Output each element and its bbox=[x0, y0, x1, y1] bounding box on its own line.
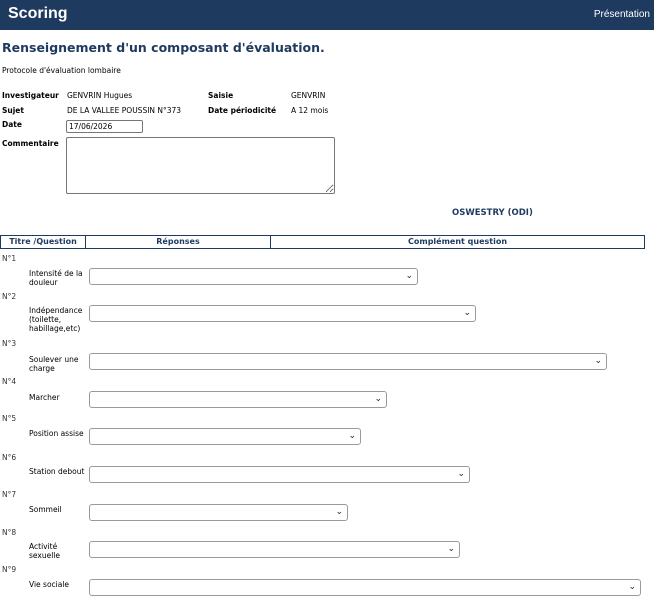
date-input[interactable] bbox=[66, 120, 143, 133]
investigateur-value: GENVRIN Hugues bbox=[67, 91, 133, 100]
question-number: N°4 bbox=[2, 377, 17, 386]
question-number: N°6 bbox=[2, 453, 17, 462]
chevron-down-icon: ⌄ bbox=[335, 507, 343, 517]
answer-select[interactable]: ⌄ bbox=[89, 353, 607, 370]
answer-select[interactable]: ⌄ bbox=[89, 466, 470, 483]
question-number: N°9 bbox=[2, 565, 17, 574]
chevron-down-icon: ⌄ bbox=[348, 431, 356, 441]
answer-select[interactable]: ⌄ bbox=[89, 391, 387, 408]
question-number: N°1 bbox=[2, 254, 17, 263]
question-number: N°8 bbox=[2, 528, 17, 537]
question-label: Marcher bbox=[29, 393, 60, 402]
question-label: Soulever une charge bbox=[29, 355, 79, 373]
answer-select[interactable]: ⌄ bbox=[89, 504, 348, 521]
chevron-down-icon: ⌄ bbox=[457, 469, 465, 479]
question-label: Sommeil bbox=[29, 505, 62, 514]
question-label: Activité sexuelle bbox=[29, 542, 60, 560]
chevron-down-icon: ⌄ bbox=[594, 356, 602, 366]
date-label: Date bbox=[2, 120, 22, 129]
answer-select[interactable]: ⌄ bbox=[89, 579, 641, 596]
table-header-titre: Titre /Question bbox=[0, 235, 86, 249]
question-number: N°5 bbox=[2, 414, 17, 423]
date-periodicite-label: Date périodicité bbox=[208, 106, 277, 115]
chevron-down-icon: ⌄ bbox=[405, 271, 413, 281]
chevron-down-icon: ⌄ bbox=[447, 544, 455, 554]
commentaire-textarea[interactable] bbox=[66, 137, 335, 194]
question-number: N°2 bbox=[2, 292, 17, 301]
saisie-label: Saisie bbox=[208, 91, 234, 100]
question-label: Station debout bbox=[29, 467, 85, 476]
table-header-reponses: Réponses bbox=[85, 235, 271, 249]
presentation-link[interactable]: Présentation bbox=[594, 9, 650, 20]
date-periodicite-value: A 12 mois bbox=[291, 106, 329, 115]
chevron-down-icon: ⌄ bbox=[463, 308, 471, 318]
chevron-down-icon: ⌄ bbox=[628, 582, 636, 592]
question-label: Intensité de la douleur bbox=[29, 269, 83, 287]
question-number: N°3 bbox=[2, 339, 17, 348]
app-title: Scoring bbox=[8, 5, 68, 22]
page-title: Renseignement d'un composant d'évaluatio… bbox=[2, 40, 325, 55]
answer-select[interactable]: ⌄ bbox=[89, 428, 361, 445]
answer-select[interactable]: ⌄ bbox=[89, 541, 460, 558]
answer-select[interactable]: ⌄ bbox=[89, 268, 418, 285]
question-label: Vie sociale bbox=[29, 580, 70, 589]
sujet-label: Sujet bbox=[2, 106, 24, 115]
investigateur-label: Investigateur bbox=[2, 91, 59, 100]
question-number: N°7 bbox=[2, 490, 17, 499]
scale-title: OSWESTRY (ODI) bbox=[452, 208, 533, 218]
table-header-complement: Complément question bbox=[270, 235, 645, 249]
protocol-name: Protocole d'évaluation lombaire bbox=[2, 66, 121, 75]
answer-select[interactable]: ⌄ bbox=[89, 305, 476, 322]
top-bar: Scoring Présentation bbox=[0, 0, 654, 30]
sujet-value: DE LA VALLEE POUSSIN N°373 bbox=[67, 106, 182, 115]
question-label: Position assise bbox=[29, 429, 84, 438]
chevron-down-icon: ⌄ bbox=[374, 394, 382, 404]
commentaire-label: Commentaire bbox=[2, 139, 59, 148]
saisie-value: GENVRIN bbox=[291, 91, 326, 100]
question-label: Indépendance (toilette, habillage,etc) bbox=[29, 306, 83, 333]
